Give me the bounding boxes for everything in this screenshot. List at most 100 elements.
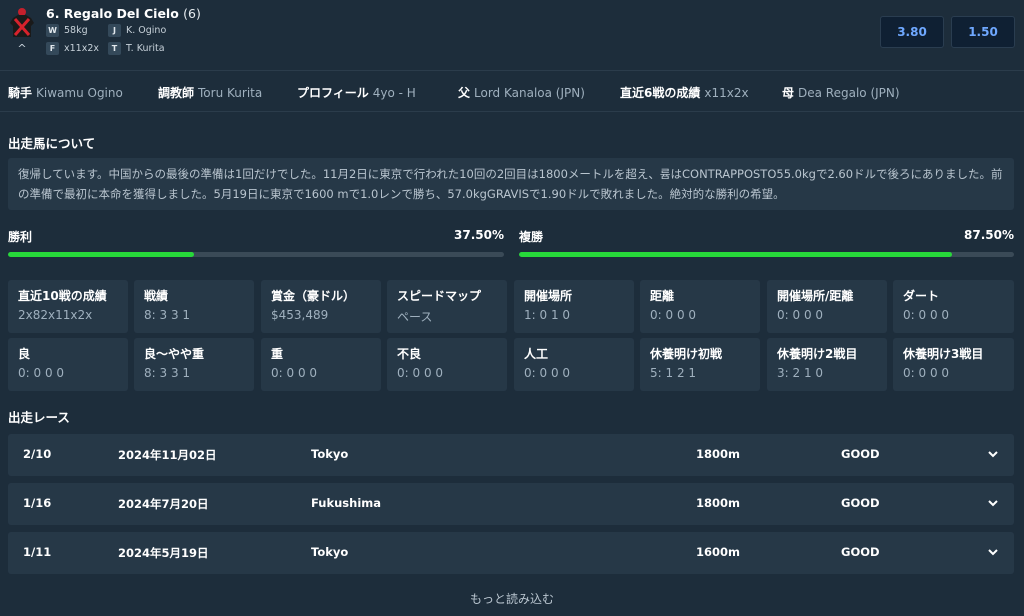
- stat-value: 0: 0 0 0: [524, 366, 571, 380]
- race-row[interactable]: 1/11 2024年5月19日 Tokyo 1600m GOOD: [8, 532, 1014, 574]
- trainer-value: T. Kurita: [126, 43, 165, 54]
- place-prob-bar: [519, 252, 1014, 257]
- about-text: 復帰しています。中国からの最後の準備は1回だけでした。11月2日に東京で行われた…: [8, 158, 1014, 210]
- race-distance: 1800m: [696, 496, 740, 510]
- race-position: 1/16: [23, 496, 52, 510]
- stat-last10: 直近10戦の成績 2x82x11x2x: [8, 280, 128, 333]
- info-last6-label: 直近6戦の成績: [620, 86, 701, 100]
- chevron-down-icon[interactable]: [986, 544, 1000, 560]
- race-going: GOOD: [841, 545, 880, 559]
- stat-good-soft: 良～やや重 8: 3 3 1: [134, 338, 254, 391]
- about-title: 出走馬について: [8, 136, 96, 151]
- weight-meta: W 58kg: [46, 24, 88, 37]
- info-jockey-value: Kiwamu Ogino: [36, 86, 123, 100]
- stat-dirt: ダート 0: 0 0 0: [893, 280, 1014, 333]
- stat-value: ペース: [397, 310, 433, 324]
- stat-value: 0: 0 0 0: [903, 366, 950, 380]
- place-prob-value: 87.50%: [964, 228, 1014, 242]
- info-trainer-value: Toru Kurita: [198, 86, 263, 100]
- stat-label: 距離: [650, 289, 675, 303]
- stat-venue-distance: 開催場所/距離 0: 0 0 0: [767, 280, 887, 333]
- jockey-tag: J: [108, 24, 121, 37]
- horse-name-text: 6. Regalo Del Cielo: [46, 6, 179, 21]
- stat-good: 良 0: 0 0 0: [8, 338, 128, 391]
- win-prob-bar: [8, 252, 504, 257]
- stat-label: 開催場所: [524, 289, 573, 303]
- chevron-down-icon[interactable]: [986, 446, 1000, 462]
- stat-label: 良～やや重: [144, 347, 205, 361]
- info-profile-value: 4yo - H: [372, 86, 416, 100]
- stat-record: 戦績 8: 3 3 1: [134, 280, 254, 333]
- jockey-value: K. Ogino: [126, 25, 167, 36]
- stat-venue: 開催場所 1: 0 1 0: [514, 280, 634, 333]
- load-more-button[interactable]: もっと読み込む: [412, 590, 612, 607]
- info-dam: 母 Dea Regalo (JPN): [782, 84, 900, 101]
- race-going: GOOD: [841, 447, 880, 461]
- form-meta: F x11x2x: [46, 42, 99, 55]
- stat-first-up: 休養明け初戦 5: 1 2 1: [640, 338, 760, 391]
- stat-bad: 不良 0: 0 0 0: [387, 338, 507, 391]
- weight-tag: W: [46, 24, 59, 37]
- info-sire: 父 Lord Kanaloa (JPN): [458, 84, 585, 101]
- win-prob-label: 勝利: [8, 230, 33, 244]
- form-tag: F: [46, 42, 59, 55]
- jockey-meta: J K. Ogino: [108, 24, 166, 37]
- info-trainer-label: 調教師: [158, 86, 195, 100]
- win-prob-value: 37.50%: [454, 228, 504, 242]
- stat-value: 5: 1 2 1: [650, 366, 697, 380]
- stat-value: 1: 0 1 0: [524, 308, 571, 322]
- info-profile: プロフィール 4yo - H: [297, 84, 416, 101]
- stat-label: 直近10戦の成績: [18, 289, 107, 303]
- race-venue: Fukushima: [311, 496, 382, 510]
- stat-label: 戦績: [144, 289, 169, 303]
- info-dam-value: Dea Regalo (JPN): [798, 86, 900, 100]
- stat-value: 2x82x11x2x: [18, 308, 93, 322]
- stat-label: 人工: [524, 347, 549, 361]
- race-going: GOOD: [841, 496, 880, 510]
- races-title: 出走レース: [8, 410, 70, 425]
- stat-label: スピードマップ: [397, 289, 482, 303]
- place-prob-fill: [519, 252, 953, 257]
- stat-label: 開催場所/距離: [777, 289, 854, 303]
- race-row[interactable]: 2/10 2024年11月02日 Tokyo 1800m GOOD: [8, 434, 1014, 476]
- stat-prize: 賞金（豪ドル） $453,489: [261, 280, 381, 333]
- stat-synthetic: 人工 0: 0 0 0: [514, 338, 634, 391]
- race-row[interactable]: 1/16 2024年7月20日 Fukushima 1800m GOOD: [8, 483, 1014, 525]
- jockey-silk-icon: [10, 8, 34, 37]
- stat-value: 0: 0 0 0: [397, 366, 444, 380]
- runner-info-row: 騎手 Kiwamu Ogino 調教師 Toru Kurita プロフィール 4yo …: [0, 70, 1024, 112]
- place-prob-label: 複勝: [519, 230, 544, 244]
- form-value: x11x2x: [64, 43, 99, 54]
- chevron-down-icon[interactable]: [986, 495, 1000, 511]
- stat-label: 重: [271, 347, 284, 361]
- info-sire-label: 父: [458, 86, 471, 100]
- race-distance: 1600m: [696, 545, 740, 559]
- stat-value: 8: 3 3 1: [144, 308, 191, 322]
- info-profile-label: プロフィール: [297, 86, 369, 100]
- stat-value: 0: 0 0 0: [18, 366, 65, 380]
- trainer-meta: T T. Kurita: [108, 42, 165, 55]
- trainer-tag: T: [108, 42, 121, 55]
- info-jockey: 騎手 Kiwamu Ogino: [8, 84, 123, 101]
- place-odds-button[interactable]: 1.50: [951, 16, 1015, 48]
- stat-label: 休養明け3戦目: [903, 347, 984, 361]
- race-position: 2/10: [23, 447, 52, 461]
- race-distance: 1800m: [696, 447, 740, 461]
- chevron-up-icon[interactable]: ^: [14, 42, 30, 55]
- horse-name: 6. Regalo Del Cielo (6): [46, 6, 201, 21]
- race-date: 2024年11月02日: [118, 448, 217, 462]
- stat-value: 0: 0 0 0: [650, 308, 697, 322]
- race-date: 2024年7月20日: [118, 497, 209, 511]
- race-position: 1/11: [23, 545, 52, 559]
- stat-value: 8: 3 3 1: [144, 366, 191, 380]
- win-odds-button[interactable]: 3.80: [880, 16, 944, 48]
- race-venue: Tokyo: [311, 447, 349, 461]
- stat-label: 休養明け2戦目: [777, 347, 858, 361]
- stat-third-up: 休養明け3戦目 0: 0 0 0: [893, 338, 1014, 391]
- stat-label: 休養明け初戦: [650, 347, 723, 361]
- stat-speedmap: スピードマップ ペース: [387, 280, 507, 333]
- win-prob-fill: [8, 252, 194, 257]
- runner-header: ^ 6. Regalo Del Cielo (6) W 58kg J K. Og…: [0, 0, 1024, 62]
- info-trainer: 調教師 Toru Kurita: [158, 84, 262, 101]
- info-dam-label: 母: [782, 86, 795, 100]
